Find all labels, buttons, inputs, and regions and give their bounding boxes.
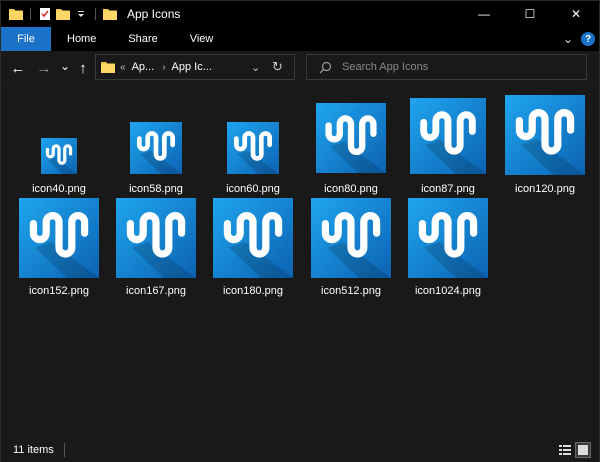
breadcrumb-segment[interactable]: App Ic...: [172, 61, 212, 73]
app-icon-thumbnail: [410, 98, 486, 174]
file-item[interactable]: icon1024.png: [400, 198, 496, 297]
file-item[interactable]: icon87.png: [400, 98, 496, 195]
file-item[interactable]: icon120.png: [497, 95, 593, 195]
breadcrumb-separator[interactable]: ›: [162, 62, 165, 73]
status-bar: 11 items: [1, 438, 599, 462]
file-name: icon152.png: [29, 285, 89, 297]
help-icon: ?: [584, 33, 592, 45]
app-icon-thumbnail: [130, 122, 182, 174]
help-button[interactable]: ?: [581, 32, 595, 46]
details-view-button[interactable]: [557, 442, 573, 458]
address-overflow[interactable]: «: [120, 62, 126, 73]
file-item[interactable]: icon58.png: [108, 122, 204, 195]
breadcrumb-segment[interactable]: Ap...: [132, 61, 155, 73]
minimize-button[interactable]: —: [461, 1, 507, 27]
file-name: icon1024.png: [414, 285, 482, 297]
file-item[interactable]: icon180.png: [205, 198, 301, 297]
file-name: icon58.png: [129, 183, 183, 195]
file-name: icon512.png: [321, 285, 381, 297]
search-input[interactable]: [342, 61, 582, 73]
item-count: 11 items: [13, 444, 54, 456]
app-icon-thumbnail: [227, 122, 279, 174]
file-name: icon120.png: [515, 183, 575, 195]
close-button[interactable]: ✕: [553, 1, 599, 27]
maximize-button[interactable]: ☐: [507, 1, 553, 27]
file-item[interactable]: icon512.png: [303, 198, 399, 297]
file-item[interactable]: icon80.png: [303, 103, 399, 195]
file-item[interactable]: icon40.png: [11, 138, 107, 195]
app-icon-thumbnail: [213, 198, 293, 278]
explorer-window: App Icons — ☐ ✕ File Home Share View ⌄ ?…: [0, 0, 600, 462]
app-icon-thumbnail: [41, 138, 77, 174]
ribbon-right-controls: ⌄ ?: [563, 27, 595, 51]
file-item[interactable]: icon60.png: [205, 122, 301, 195]
recent-locations-button[interactable]: ⌄: [59, 57, 71, 75]
details-view-icon: [559, 445, 571, 455]
tab-file[interactable]: File: [1, 27, 51, 51]
forward-button[interactable]: →: [35, 59, 53, 77]
address-bar[interactable]: « Ap... › App Ic... ⌄ ↻: [95, 54, 295, 80]
app-icon-thumbnail: [19, 198, 99, 278]
file-name: icon87.png: [421, 183, 475, 195]
toolbar-divider: [95, 8, 96, 20]
window-title: App Icons: [127, 7, 181, 21]
tab-home[interactable]: Home: [51, 27, 112, 51]
file-name: icon60.png: [226, 183, 280, 195]
app-icon-thumbnail: [311, 198, 391, 278]
quick-access-toolbar: [1, 1, 119, 27]
ribbon-tabs: File Home Share View ⌄ ?: [1, 27, 599, 51]
search-box[interactable]: [306, 54, 587, 80]
toolbar-divider: [30, 8, 31, 20]
file-name: icon167.png: [126, 285, 186, 297]
folder-icon: [101, 61, 115, 73]
file-view: icon40.png icon58.png icon60.png icon80.png…: [1, 86, 599, 437]
new-folder-icon[interactable]: [54, 1, 72, 27]
view-toggle: [557, 442, 591, 458]
customize-toolbar-icon[interactable]: [72, 1, 90, 27]
file-name: icon80.png: [324, 183, 378, 195]
tab-view[interactable]: View: [174, 27, 230, 51]
window-controls: — ☐ ✕: [461, 1, 599, 27]
file-name: icon180.png: [223, 285, 283, 297]
large-icons-view-icon: [578, 445, 588, 455]
up-button[interactable]: ↑: [75, 59, 91, 77]
status-divider: [63, 443, 65, 457]
app-icon-thumbnail: [116, 198, 196, 278]
app-icon-thumbnail: [408, 198, 488, 278]
large-icons-view-button[interactable]: [575, 442, 591, 458]
folder-icon: [7, 1, 25, 27]
address-dropdown-icon[interactable]: ⌄: [251, 61, 260, 74]
file-name: icon40.png: [32, 183, 86, 195]
app-icon-thumbnail: [316, 103, 386, 173]
properties-icon[interactable]: [36, 1, 54, 27]
file-item[interactable]: icon152.png: [11, 198, 107, 297]
folder-icon: [101, 1, 119, 27]
file-item[interactable]: icon167.png: [108, 198, 204, 297]
search-icon: [319, 61, 332, 74]
app-icon-thumbnail: [505, 95, 585, 175]
refresh-icon[interactable]: ↻: [272, 59, 283, 75]
expand-ribbon-button[interactable]: ⌄: [563, 32, 573, 46]
tab-share[interactable]: Share: [112, 27, 173, 51]
title-bar: App Icons — ☐ ✕: [1, 1, 599, 27]
back-button[interactable]: ←: [9, 59, 27, 77]
